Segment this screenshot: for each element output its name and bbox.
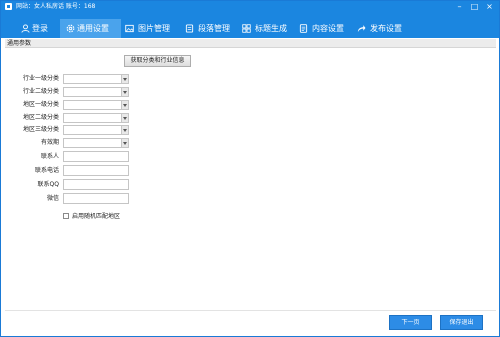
chevron-down-icon	[121, 114, 128, 122]
section-title: 通用参数	[5, 39, 496, 48]
paragraph-icon	[185, 24, 194, 33]
footer-divider	[5, 310, 496, 311]
image-icon	[125, 24, 134, 33]
gear-icon	[66, 24, 75, 33]
tab-label: 段落管理	[198, 24, 230, 33]
random-region-checkbox[interactable]	[63, 213, 69, 219]
tab-label: 标题生成	[255, 24, 287, 33]
share-arrow-icon	[357, 25, 366, 33]
contact-person-input[interactable]	[63, 151, 129, 162]
validity-select[interactable]	[63, 138, 129, 148]
minimize-button[interactable]: –	[452, 1, 467, 12]
nav-tabs: 登录 通用设置 图片管理 段落管理 标题生成 内容设置 发布设置	[1, 12, 499, 38]
contact-qq-label: 联系QQ	[37, 181, 59, 188]
tab-label: 图片管理	[138, 24, 170, 33]
tab-title-generation[interactable]: 标题生成	[238, 19, 295, 38]
title-bar: 网站：女人私房话 账号：168 – □ ×	[1, 1, 499, 12]
contact-phone-label: 联系电话	[34, 167, 59, 174]
grid-icon	[242, 24, 251, 33]
chevron-down-icon	[121, 139, 128, 147]
region-level3-select[interactable]	[63, 125, 129, 135]
chevron-down-icon	[121, 101, 128, 109]
industry-level2-select[interactable]	[63, 87, 129, 97]
next-page-button[interactable]: 下一页	[389, 315, 432, 330]
tab-label: 通用设置	[77, 24, 109, 33]
chevron-down-icon	[121, 75, 128, 83]
tab-label: 内容设置	[312, 24, 344, 33]
window-title: 网站：女人私房话 账号：168	[16, 3, 96, 10]
random-region-label: 启用随机匹配地区	[72, 213, 121, 220]
tab-publish-settings[interactable]: 发布设置	[353, 19, 410, 38]
save-exit-button[interactable]: 保存退出	[440, 315, 483, 330]
tab-content-settings[interactable]: 内容设置	[295, 19, 352, 38]
industry-level1-select[interactable]	[63, 74, 129, 84]
chevron-down-icon	[121, 88, 128, 96]
chevron-down-icon	[121, 126, 128, 134]
contact-person-label: 联系人	[40, 153, 59, 160]
tab-label: 登录	[32, 24, 48, 33]
contact-phone-input[interactable]	[63, 165, 129, 176]
region-level2-label: 地区二级分类	[22, 114, 59, 121]
contact-qq-input[interactable]	[63, 179, 129, 190]
industry-level2-label: 行业二级分类	[22, 88, 59, 95]
wechat-input[interactable]	[63, 193, 129, 204]
tab-login[interactable]: 登录	[15, 19, 60, 38]
industry-level1-label: 行业一级分类	[22, 75, 59, 82]
tab-general-settings[interactable]: 通用设置	[60, 19, 121, 38]
user-icon	[21, 24, 30, 33]
fetch-categories-button[interactable]: 获取分类和行业信息	[124, 55, 191, 67]
validity-label: 有效期	[40, 139, 59, 146]
wechat-label: 微信	[46, 195, 59, 202]
close-button[interactable]: ×	[482, 1, 497, 12]
region-level1-label: 地区一级分类	[22, 101, 59, 108]
document-icon	[299, 24, 308, 33]
region-level2-select[interactable]	[63, 113, 129, 123]
main-window: 网站：女人私房话 账号：168 – □ × 登录 通用设置 图片管理 段落管理 …	[0, 0, 500, 337]
tab-paragraph-management[interactable]: 段落管理	[181, 19, 238, 38]
maximize-button[interactable]: □	[467, 1, 482, 12]
tab-label: 发布设置	[370, 24, 402, 33]
region-level3-label: 地区三级分类	[22, 126, 59, 133]
tab-image-management[interactable]: 图片管理	[121, 19, 176, 38]
region-level1-select[interactable]	[63, 100, 129, 110]
app-icon	[5, 3, 12, 10]
